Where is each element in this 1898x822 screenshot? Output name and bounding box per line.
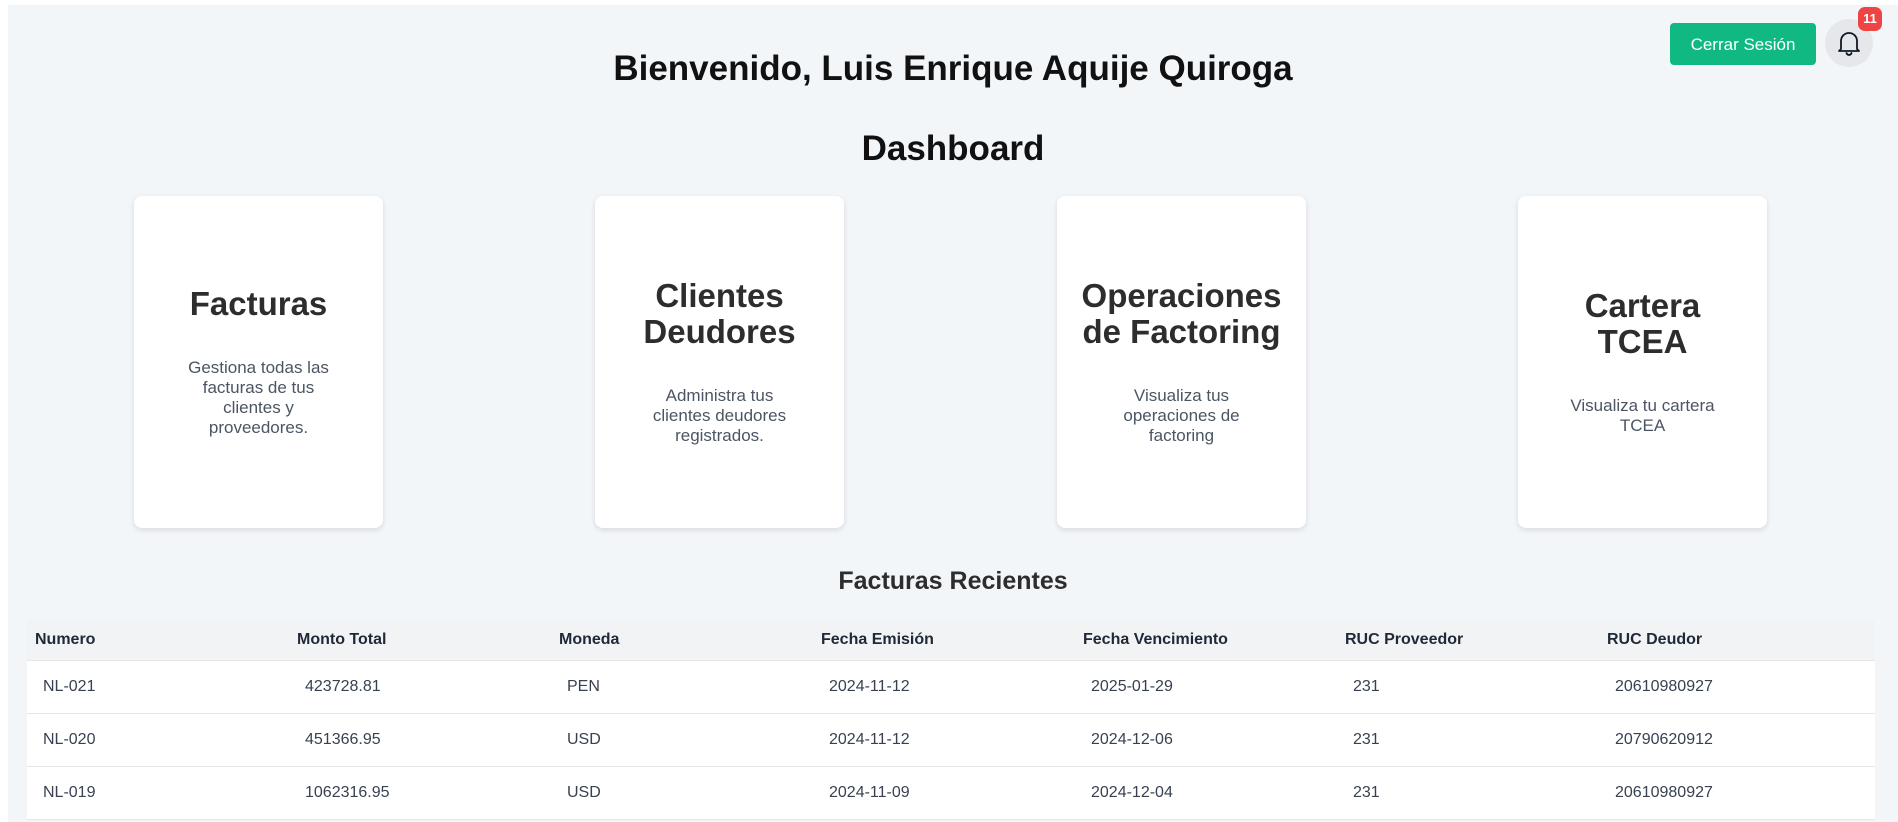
- column-header-ruc-proveedor: RUC Proveedor: [1345, 631, 1464, 648]
- table-row[interactable]: NL-020 451366.95 USD 2024-11-12 2024-12-…: [27, 714, 1875, 767]
- cell-numero: NL-019: [43, 784, 96, 801]
- card-title: Facturas: [189, 285, 328, 322]
- welcome-heading: Bienvenido, Luis Enrique Aquije Quiroga: [613, 49, 1293, 88]
- cell-fecha-emision: 2024-11-12: [829, 731, 910, 748]
- column-header-fecha-vencimiento: Fecha Vencimiento: [1083, 631, 1228, 648]
- card-description: Administra tus clientes deudores registr…: [652, 386, 787, 445]
- card-clientes-deudores[interactable]: Clientes Deudores Administra tus cliente…: [595, 196, 844, 528]
- cell-fecha-vencimiento: 2025-01-29: [1091, 678, 1173, 695]
- notification-count-badge: 11: [1858, 7, 1882, 31]
- column-header-monto-total: Monto Total: [297, 631, 387, 648]
- card-description: Gestiona todas las facturas de tus clien…: [188, 358, 329, 437]
- cell-monto-total: 1062316.95: [305, 784, 390, 801]
- table-row[interactable]: NL-019 1062316.95 USD 2024-11-09 2024-12…: [27, 767, 1875, 820]
- card-title: Clientes Deudores: [643, 277, 796, 350]
- table-row[interactable]: NL-021 423728.81 PEN 2024-11-12 2025-01-…: [27, 661, 1875, 714]
- cell-ruc-deudor: 20610980927: [1615, 678, 1713, 695]
- cell-ruc-proveedor: 231: [1353, 678, 1380, 695]
- cell-fecha-emision: 2024-11-12: [829, 678, 910, 695]
- card-facturas[interactable]: Facturas Gestiona todas las facturas de …: [134, 196, 383, 528]
- cell-numero: NL-021: [43, 678, 96, 695]
- recent-invoices-title: Facturas Recientes: [838, 567, 1068, 595]
- cell-ruc-deudor: 20790620912: [1615, 731, 1713, 748]
- card-description: Visualiza tus operaciones de factoring: [1123, 386, 1240, 445]
- cell-numero: NL-020: [43, 731, 96, 748]
- card-title: Operaciones de Factoring: [1081, 277, 1282, 350]
- cell-ruc-proveedor: 231: [1353, 784, 1380, 801]
- card-title: Cartera TCEA: [1584, 287, 1701, 360]
- table-header: Numero Monto Total Moneda Fecha Emisión …: [27, 620, 1875, 661]
- column-header-ruc-deudor: RUC Deudor: [1607, 631, 1703, 648]
- card-operaciones-factoring[interactable]: Operaciones de Factoring Visualiza tus o…: [1057, 196, 1306, 528]
- cell-fecha-emision: 2024-11-09: [829, 784, 910, 801]
- cell-moneda: USD: [567, 731, 601, 748]
- column-header-numero: Numero: [35, 631, 96, 648]
- bell-icon: [1838, 32, 1860, 56]
- cell-monto-total: 451366.95: [305, 731, 381, 748]
- cell-ruc-deudor: 20610980927: [1615, 784, 1713, 801]
- column-header-fecha-emision: Fecha Emisión: [821, 631, 934, 648]
- card-cartera-tcea[interactable]: Cartera TCEA Visualiza tu cartera TCEA: [1518, 196, 1767, 528]
- logout-button[interactable]: Cerrar Sesión: [1670, 23, 1816, 65]
- cell-ruc-proveedor: 231: [1353, 731, 1380, 748]
- cell-fecha-vencimiento: 2024-12-04: [1091, 784, 1173, 801]
- cell-moneda: USD: [567, 784, 601, 801]
- cell-monto-total: 423728.81: [305, 678, 381, 695]
- card-description: Visualiza tu cartera TCEA: [1570, 396, 1715, 435]
- cell-moneda: PEN: [567, 678, 600, 695]
- dashboard-title: Dashboard: [861, 129, 1045, 168]
- dashboard-page: Bienvenido, Luis Enrique Aquije Quiroga …: [8, 5, 1898, 822]
- recent-invoices-table: Numero Monto Total Moneda Fecha Emisión …: [27, 620, 1875, 820]
- cell-fecha-vencimiento: 2024-12-06: [1091, 731, 1173, 748]
- column-header-moneda: Moneda: [559, 631, 620, 648]
